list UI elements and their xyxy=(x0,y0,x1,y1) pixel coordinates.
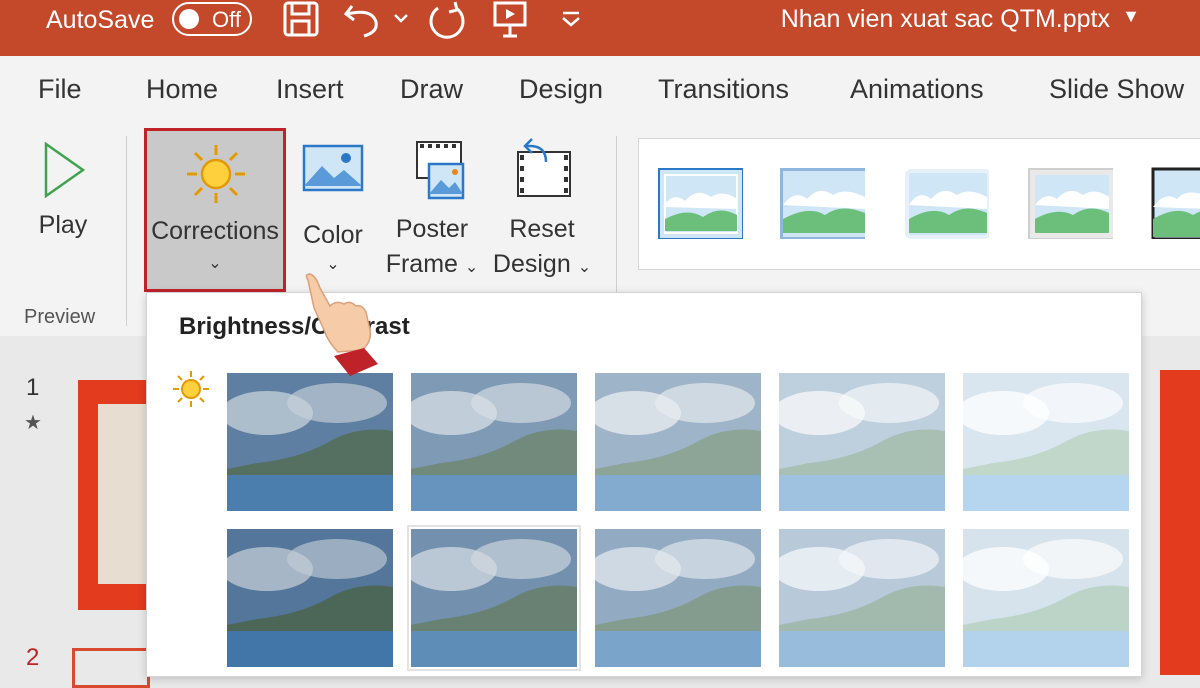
poster-frame-button[interactable]: Poster Frame ⌄ xyxy=(380,136,484,279)
landscape-thumbnail xyxy=(411,529,577,667)
slide-number: 1 xyxy=(26,374,40,401)
slide-number: 2 xyxy=(26,644,40,671)
tab-transitions[interactable]: Transitions xyxy=(658,74,789,105)
picture-color-icon xyxy=(302,144,364,192)
video-style-thumbnail[interactable] xyxy=(1027,167,1113,239)
ribbon-separator xyxy=(126,136,127,326)
redo-icon[interactable] xyxy=(426,0,468,40)
brightness-contrast-option[interactable] xyxy=(595,373,761,511)
video-style-thumbnail[interactable] xyxy=(903,167,989,239)
tab-slide-show[interactable]: Slide Show xyxy=(1049,74,1184,105)
tab-insert[interactable]: Insert xyxy=(276,74,344,105)
brightness-contrast-option[interactable] xyxy=(227,373,393,511)
tab-animations[interactable]: Animations xyxy=(850,74,984,105)
tab-design[interactable]: Design xyxy=(519,74,603,105)
autosave-toggle[interactable]: Off xyxy=(172,2,252,36)
landscape-thumbnail xyxy=(963,529,1129,667)
poster-frame-label-line2: Frame xyxy=(385,250,458,278)
color-label: Color xyxy=(303,221,363,249)
tab-draw[interactable]: Draw xyxy=(400,74,463,105)
corrections-button[interactable]: Corrections ⌄ xyxy=(144,128,286,292)
animation-star-icon: ★ xyxy=(24,412,42,434)
brightness-contrast-option[interactable] xyxy=(407,525,581,671)
sun-icon xyxy=(187,145,245,203)
pointing-hand-icon xyxy=(305,273,378,376)
corrections-caret-icon: ⌄ xyxy=(208,255,222,272)
slide-thumbnail[interactable] xyxy=(78,380,150,610)
landscape-thumbnail xyxy=(227,529,393,667)
poster-frame-icon xyxy=(416,141,465,200)
landscape-thumbnail xyxy=(227,373,393,511)
reset-design-icon xyxy=(517,138,571,197)
preview-group-label: Preview xyxy=(24,306,96,328)
landscape-thumbnail xyxy=(963,373,1129,511)
video-style-thumbnail[interactable] xyxy=(1151,167,1200,239)
toggle-state: Off xyxy=(212,7,241,32)
save-icon[interactable] xyxy=(282,0,322,40)
file-name-caret-icon[interactable]: ▼ xyxy=(1122,6,1140,27)
video-styles-gallery xyxy=(638,138,1200,270)
play-label: Play xyxy=(38,211,88,239)
brightness-contrast-option[interactable] xyxy=(779,529,945,667)
play-icon xyxy=(44,141,86,199)
tab-home[interactable]: Home xyxy=(146,74,218,105)
reset-design-button[interactable]: Reset Design ⌄ xyxy=(488,136,596,279)
customize-qat-icon[interactable] xyxy=(558,0,584,40)
video-style-thumbnail[interactable] xyxy=(779,167,865,239)
brightness-contrast-option[interactable] xyxy=(595,529,761,667)
slide-thumbnail-pane: 1 ★ 2 xyxy=(0,336,150,688)
corrections-dropdown: Brightness/Contrast xyxy=(146,292,1142,677)
color-caret-icon: ⌄ xyxy=(326,256,340,273)
corrections-label: Corrections xyxy=(151,217,279,245)
landscape-thumbnail xyxy=(779,373,945,511)
tab-file[interactable]: File xyxy=(38,74,82,105)
landscape-thumbnail xyxy=(595,373,761,511)
brightness-contrast-option[interactable] xyxy=(963,373,1129,511)
reset-design-label-line2: Design xyxy=(492,250,571,278)
reset-design-label-line1: Reset xyxy=(509,215,575,243)
slide-photo xyxy=(98,404,150,584)
toggle-knob xyxy=(179,9,199,29)
brightness-contrast-option[interactable] xyxy=(963,529,1129,667)
poster-frame-label-line1: Poster xyxy=(395,215,469,243)
present-icon[interactable] xyxy=(490,0,530,40)
brightness-contrast-option[interactable] xyxy=(411,373,577,511)
poster-frame-caret-icon: ⌄ xyxy=(464,259,479,276)
reset-design-caret-icon: ⌄ xyxy=(577,259,592,276)
landscape-thumbnail xyxy=(411,373,577,511)
undo-dropdown-icon[interactable] xyxy=(392,0,410,40)
title-bar: AutoSave Off Nhan vien xuat sac QTM.pptx… xyxy=(0,0,1200,56)
undo-icon[interactable] xyxy=(342,0,384,40)
slide-thumbnail[interactable] xyxy=(72,648,150,688)
brightness-contrast-option[interactable] xyxy=(779,373,945,511)
landscape-thumbnail xyxy=(779,529,945,667)
file-name: Nhan vien xuat sac QTM.pptx xyxy=(780,5,1110,33)
play-button[interactable]: Play xyxy=(28,136,98,240)
ribbon-tabs: File Home Insert Draw Design Transitions… xyxy=(0,56,1200,128)
autosave-label: AutoSave xyxy=(46,6,155,34)
slide-canvas xyxy=(1140,336,1200,675)
brightness-sun-icon xyxy=(173,371,209,407)
color-button[interactable]: Color ⌄ xyxy=(298,140,368,274)
video-style-thumbnail[interactable] xyxy=(657,167,743,239)
brightness-contrast-option[interactable] xyxy=(227,529,393,667)
slide-background xyxy=(1160,370,1200,675)
landscape-thumbnail xyxy=(595,529,761,667)
